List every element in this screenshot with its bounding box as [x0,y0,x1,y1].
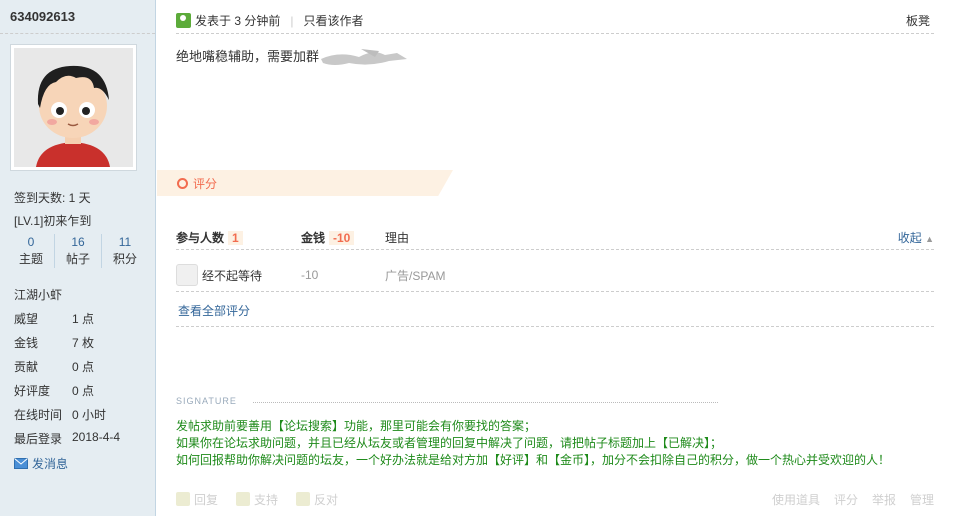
stat-money: 金钱 7 枚 [14,336,95,350]
reason-header: 理由 [385,231,410,245]
rater[interactable]: 经不起等待 [176,264,301,286]
view-all-ratings-link[interactable]: 查看全部评分 [178,302,250,319]
signature-divider [253,402,718,403]
count-topics[interactable]: 0 主题 [8,234,55,268]
support-button[interactable]: 支持 [236,491,278,508]
rating-banner: 评分 [157,170,453,196]
stat-contribution: 贡献 0 点 [14,360,95,374]
use-tools-button[interactable]: 使用道具 [772,491,820,508]
user-level[interactable]: [LV.1]初来乍到 [14,212,91,229]
envelope-icon [14,458,28,469]
rating-circle-icon [177,177,188,189]
signature-text: 发帖求助前要善用【论坛搜索】功能，那里可能会有你要找的答案； 如果你在论坛求助问… [176,419,891,467]
floor-label[interactable]: 板凳 [906,12,930,29]
username[interactable]: 634092613 [0,0,155,34]
oppose-button[interactable]: 反对 [296,491,338,508]
divider [176,326,934,327]
signature-label: SIGNATURE [176,396,237,406]
rate-button[interactable]: 评分 [834,491,858,508]
stat-last-login: 最后登录 2018-4-4 [14,430,121,446]
avatar-image [14,48,133,167]
user-sidebar: 634092613 签到天数: 1 天 [LV.1]初来乍到 0 主题 16 帖… [0,0,156,516]
rating-value: -10 [301,268,319,282]
send-message-link[interactable]: 发消息 [14,455,68,472]
user-group[interactable]: 江湖小虾 [14,286,62,303]
post-header: 发表于 3 分钟前 | 只看该作者 板凳 [176,8,934,34]
rating-header: 参与人数 1 金钱 -10 理由 收起 ▲ [176,226,934,250]
money-total: 金钱 -10 [301,229,385,246]
participants: 参与人数 1 [176,229,301,246]
reply-button[interactable]: 回复 [176,491,218,508]
stat-prestige: 威望 1 点 [14,312,95,326]
thumbs-up-icon [236,492,251,506]
post-content: 绝地嘴稳辅助，需要加群 [176,46,411,69]
collapse-toggle[interactable]: 收起 ▲ [898,229,934,246]
rating-row: 经不起等待 -10 广告/SPAM [176,259,934,292]
rating-title: 评分 [193,176,218,191]
user-counts: 0 主题 16 帖子 11 积分 [8,234,148,268]
author-only-link[interactable]: 只看该作者 [303,12,363,29]
post-main: 发表于 3 分钟前 | 只看该作者 板凳 绝地嘴稳辅助，需要加群 评分 参与人数… [157,0,953,516]
reply-icon [176,492,190,506]
checkin-days: 签到天数: 1 天 [14,191,91,205]
rating-reason: 广告/SPAM [385,268,446,283]
stat-reputation: 好评度 0 点 [14,384,95,398]
stat-online-time: 在线时间 0 小时 [14,408,107,422]
thumbs-down-icon [296,492,311,506]
post-actions: 回复 支持 反对 使用道具 评分 举报 管理 [176,488,934,510]
count-posts[interactable]: 16 帖子 [55,234,102,268]
avatar[interactable] [10,44,137,171]
chevron-up-icon: ▲ [925,234,934,244]
redacted-scribble [319,47,411,69]
rater-avatar [176,264,198,286]
post-time: 发表于 3 分钟前 [195,14,281,28]
count-points[interactable]: 11 积分 [102,234,148,268]
report-button[interactable]: 举报 [872,491,896,508]
manage-button[interactable]: 管理 [910,491,934,508]
online-user-icon [176,13,191,28]
